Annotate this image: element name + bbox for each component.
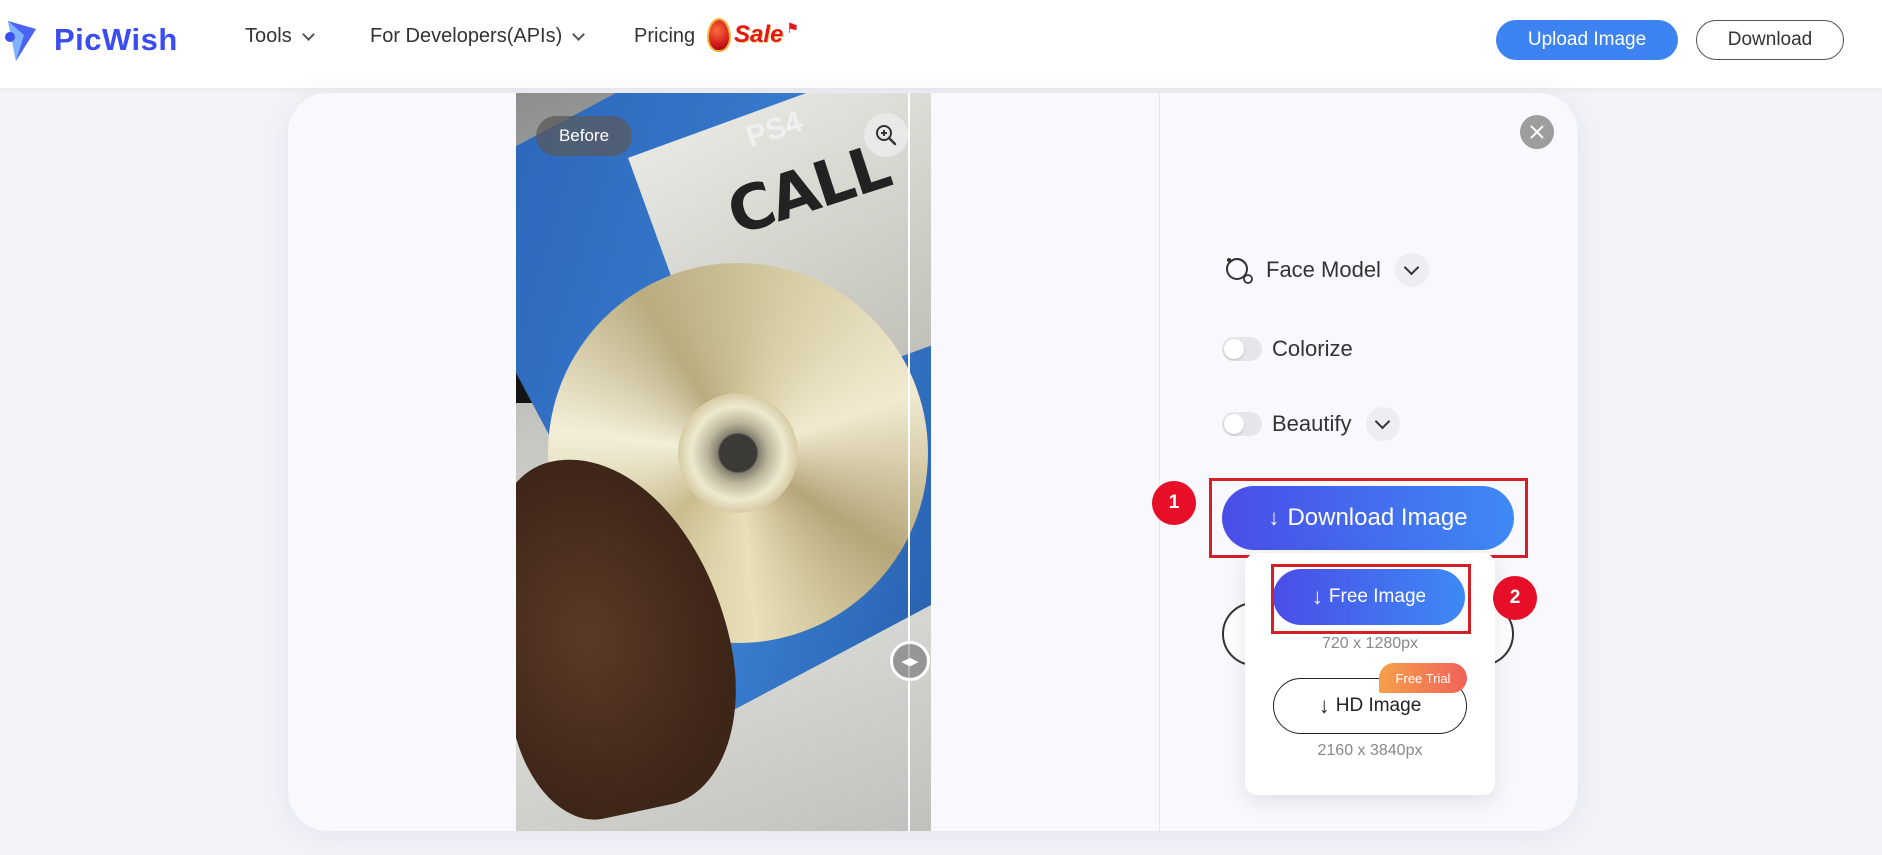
zoom-in-icon — [876, 125, 897, 146]
hd-image-label: HD Image — [1335, 695, 1422, 716]
compare-divider-line[interactable] — [908, 93, 910, 831]
picwish-logo-icon — [5, 21, 36, 61]
beautify-label: Beautify — [1272, 411, 1352, 436]
sale-badge[interactable]: Sale ⚑ — [707, 18, 799, 52]
free-trial-badge: Free Trial — [1379, 663, 1467, 693]
left-right-arrows-icon: ◀▶ — [901, 655, 919, 668]
chevron-down-icon — [1374, 413, 1391, 429]
chevron-down-icon — [572, 27, 586, 41]
face-model-label: Face Model — [1266, 257, 1381, 282]
nav-developers-label: For Developers(APIs) — [370, 25, 563, 47]
download-options-dropdown: ↓ Free Image 720 x 1280px ↓ HD Image Fre… — [1245, 553, 1495, 795]
photo-disc-hub — [678, 393, 798, 513]
colorize-toggle[interactable] — [1222, 337, 1262, 361]
chevron-down-icon — [301, 27, 315, 41]
sale-egg-icon — [707, 18, 731, 52]
nav-developers[interactable]: For Developers(APIs) — [370, 25, 586, 48]
hd-image-resolution: 2160 x 3840px — [1317, 742, 1423, 759]
before-label: Before — [536, 116, 632, 156]
beautify-expand-button[interactable] — [1365, 407, 1400, 441]
nav-tools-label: Tools — [245, 25, 292, 47]
annotation-highlight-1 — [1209, 478, 1528, 558]
nav-pricing[interactable]: Pricing — [634, 25, 695, 48]
face-model-expand-button[interactable] — [1394, 253, 1429, 287]
annotation-highlight-2 — [1271, 564, 1471, 634]
nav-pricing-label: Pricing — [634, 25, 696, 47]
panel-divider — [1159, 93, 1160, 831]
brand-name: PicWish — [54, 22, 178, 57]
compare-slider-handle[interactable]: ◀▶ — [890, 641, 930, 681]
face-model-icon — [1226, 258, 1253, 284]
chevron-down-icon — [1404, 259, 1420, 275]
upload-image-button[interactable]: Upload Image — [1496, 20, 1678, 60]
colorize-option: Colorize — [1222, 336, 1353, 362]
close-icon — [1530, 125, 1544, 139]
picwish-logo[interactable]: PicWish — [2, 15, 178, 65]
close-button[interactable] — [1520, 115, 1554, 149]
nav-tools[interactable]: Tools — [245, 25, 315, 48]
free-image-resolution: 720 x 1280px — [1321, 635, 1419, 652]
image-preview[interactable]: PS4 CALL Before ◀▶ — [516, 93, 931, 831]
zoom-in-button[interactable] — [864, 113, 908, 157]
colorize-label: Colorize — [1272, 336, 1353, 361]
annotation-step-2-badge: 2 — [1493, 576, 1537, 620]
top-header: PicWish Tools For Developers(APIs) Prici… — [0, 0, 1882, 88]
sale-label: Sale — [734, 21, 784, 48]
header-download-button[interactable]: Download — [1696, 20, 1844, 60]
editor-card: PS4 CALL Before ◀▶ Face Model Colorize B… — [288, 93, 1578, 831]
annotation-step-1-badge: 1 — [1152, 481, 1196, 525]
download-arrow-icon: ↓ — [1318, 693, 1330, 718]
face-model-option[interactable]: Face Model — [1222, 253, 1429, 287]
beautify-option: Beautify — [1222, 407, 1400, 441]
sale-flag-icon: ⚑ — [786, 19, 799, 36]
beautify-toggle[interactable] — [1222, 412, 1262, 436]
